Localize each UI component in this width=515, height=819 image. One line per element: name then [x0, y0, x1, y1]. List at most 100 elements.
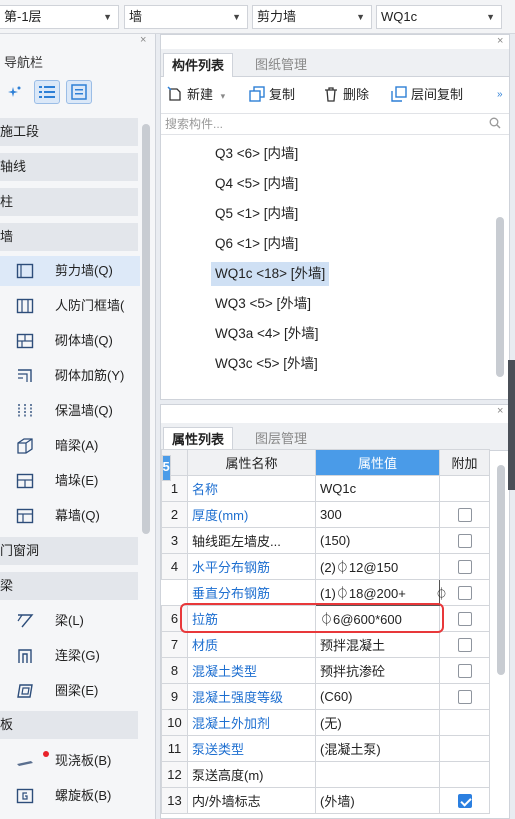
property-value[interactable]: (混凝土泵) — [315, 735, 440, 762]
floor-select[interactable]: 第-1层 ▼ — [0, 5, 119, 29]
component-item[interactable]: WQ3a <4> [外墙] — [211, 322, 323, 346]
table-row[interactable]: 9 混凝土强度等级 (C60) — [161, 683, 490, 710]
sidebar-item-shear-wall[interactable]: 剪力墙(Q) — [0, 256, 140, 286]
property-value[interactable]: (150) — [315, 527, 440, 554]
type-select[interactable]: 剪力墙 ▼ — [252, 5, 372, 29]
sidebar-item-masonry-wall[interactable]: 砌体墙(Q) — [0, 326, 140, 356]
checkbox[interactable] — [457, 612, 472, 627]
table-row[interactable]: 4 水平分布钢筋 (2)⏀12@150 — [161, 553, 490, 580]
checkbox[interactable] — [457, 690, 472, 705]
tab-component-list[interactable]: 构件列表 — [163, 53, 234, 77]
extra-cell[interactable] — [439, 735, 490, 762]
table-row[interactable]: 8 混凝土类型 预拌抗渗砼 — [161, 657, 490, 684]
sidebar-item-insulation-wall[interactable]: 保温墙(Q) — [0, 396, 140, 426]
floor-copy-button[interactable]: 层间复制 — [391, 85, 463, 105]
nav-group-axis[interactable]: 轴线 — [0, 153, 138, 181]
component-select[interactable]: WQ1c ▼ — [376, 5, 502, 29]
sidebar-item-beam[interactable]: 梁(L) — [0, 606, 140, 636]
component-item[interactable]: Q3 <6> [内墙] — [211, 142, 302, 166]
checkbox[interactable] — [457, 586, 472, 601]
property-scrollbar[interactable] — [497, 465, 505, 675]
property-value[interactable]: (外墙) — [315, 787, 440, 814]
extra-cell[interactable] — [439, 709, 490, 736]
nav-group-slab[interactable]: 板 — [0, 711, 138, 739]
category-select[interactable]: 墙 ▼ — [124, 5, 248, 29]
nav-scrollbar[interactable] — [142, 124, 150, 534]
extra-cell[interactable] — [439, 527, 490, 554]
component-item[interactable]: WQ3 <5> [外墙] — [211, 292, 315, 316]
nav-group-construction-section[interactable]: 施工段 — [0, 118, 138, 146]
tab-property-list[interactable]: 属性列表 — [163, 427, 234, 451]
table-row[interactable]: 5 垂直分布钢筋 (1)⏀18@200+ ⏀ — [161, 454, 490, 606]
property-value[interactable]: 预拌抗渗砼 — [315, 657, 440, 684]
extra-cell[interactable] — [439, 475, 490, 502]
property-value[interactable]: (1)⏀18@200+ — [315, 579, 440, 606]
extra-cell[interactable] — [439, 501, 490, 528]
checkbox[interactable] — [457, 508, 472, 523]
sidebar-item-masonry-rebar[interactable]: 砌体加筋(Y) — [0, 361, 140, 391]
checkbox[interactable] — [457, 638, 472, 653]
table-row[interactable]: 12 泵送高度(m) — [161, 761, 490, 788]
table-row[interactable]: 6 拉筋 ⏀6@600*600 — [161, 605, 490, 632]
close-icon[interactable]: × — [140, 34, 146, 46]
checkbox[interactable] — [457, 794, 472, 809]
extra-cell[interactable] — [439, 605, 490, 632]
property-value[interactable]: (C60) — [315, 683, 440, 710]
detail-list-icon[interactable] — [66, 80, 92, 104]
component-item-selected[interactable]: WQ1c <18> [外墙] — [211, 262, 330, 286]
extra-cell[interactable]: ⏀ — [436, 579, 490, 606]
sparkle-icon[interactable] — [2, 80, 28, 104]
table-row[interactable]: 7 材质 预拌混凝土 — [161, 631, 490, 658]
property-value[interactable]: 300 — [315, 501, 440, 528]
nav-group-openings[interactable]: 门窗洞 — [0, 537, 138, 565]
table-row[interactable]: 2 厚度(mm) 300 — [161, 501, 490, 528]
extra-cell[interactable] — [439, 631, 490, 658]
table-row[interactable]: 11 泵送类型 (混凝土泵) — [161, 735, 490, 762]
tab-layer-management[interactable]: 图层管理 — [247, 427, 315, 451]
nav-group-column[interactable]: 柱 — [0, 188, 138, 216]
more-tools-icon[interactable]: » — [497, 85, 503, 105]
extra-cell[interactable] — [439, 553, 490, 580]
component-item[interactable]: Q5 <1> [内墙] — [211, 202, 302, 226]
property-value[interactable]: (2)⏀12@150 — [315, 553, 440, 580]
sidebar-item-curtain-wall[interactable]: 幕墙(Q) — [0, 501, 140, 531]
sidebar-item-hidden-beam[interactable]: 暗梁(A) — [0, 431, 140, 461]
property-value[interactable]: WQ1c — [315, 475, 440, 502]
component-item[interactable]: Q4 <5> [内墙] — [211, 172, 302, 196]
property-value[interactable] — [315, 761, 440, 788]
sidebar-item-blast-door-wall[interactable]: 人防门框墙( — [0, 291, 140, 321]
property-value[interactable]: (无) — [315, 709, 440, 736]
copy-button[interactable]: 复制 — [249, 85, 295, 105]
table-row[interactable]: 10 混凝土外加剂 (无) — [161, 709, 490, 736]
sidebar-item-coupling-beam[interactable]: 连梁(G) — [0, 641, 140, 671]
extra-cell[interactable] — [439, 787, 490, 814]
property-value[interactable]: 预拌混凝土 — [315, 631, 440, 658]
close-icon[interactable]: × — [497, 35, 503, 47]
sidebar-item-cast-slab[interactable]: 现浇板(B) — [0, 746, 140, 776]
extra-cell[interactable] — [439, 761, 490, 788]
table-row[interactable]: 13 内/外墙标志 (外墙) — [161, 787, 490, 814]
checkbox[interactable] — [457, 560, 472, 575]
search-input[interactable] — [161, 114, 461, 134]
sidebar-item-ring-beam[interactable]: 圈梁(E) — [0, 676, 140, 706]
property-value[interactable]: ⏀6@600*600 — [315, 605, 440, 632]
search-icon[interactable] — [489, 117, 501, 132]
table-row[interactable]: 3 轴线距左墙皮... (150) — [161, 527, 490, 554]
list-icon[interactable] — [34, 80, 60, 104]
sidebar-item-spiral-slab[interactable]: 螺旋板(B) — [0, 781, 140, 811]
component-list-scrollbar[interactable] — [496, 217, 504, 377]
checkbox[interactable] — [457, 534, 472, 549]
tab-drawing-management[interactable]: 图纸管理 — [247, 53, 315, 77]
nav-group-wall[interactable]: 墙 — [0, 223, 138, 251]
extra-cell[interactable] — [439, 657, 490, 684]
close-icon[interactable]: × — [497, 405, 503, 417]
component-item[interactable]: Q6 <1> [内墙] — [211, 232, 302, 256]
table-row[interactable]: 1 名称 WQ1c — [161, 475, 490, 502]
nav-group-beam[interactable]: 梁 — [0, 572, 138, 600]
new-button[interactable]: 新建 ▾ — [167, 85, 225, 105]
component-item[interactable]: WQ3c <5> [外墙] — [211, 352, 322, 376]
extra-cell[interactable] — [439, 683, 490, 710]
delete-button[interactable]: 删除 — [323, 85, 369, 105]
right-edge-handle[interactable] — [508, 360, 515, 490]
sidebar-item-wall-pier[interactable]: 墙垛(E) — [0, 466, 140, 496]
